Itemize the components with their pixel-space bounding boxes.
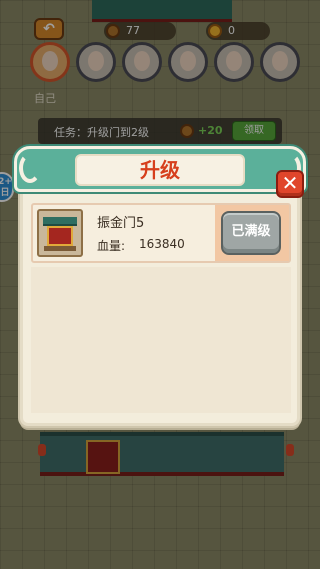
task-text: 任务：升级门到2级 xyxy=(54,126,149,139)
claim-button[interactable]: 领取 xyxy=(232,121,276,141)
top-hud: ↶ 77 0 xyxy=(0,0,320,40)
self-label: 自己 xyxy=(34,92,56,105)
avatar-player-4[interactable] xyxy=(168,42,208,82)
coin-counter: 77 xyxy=(104,22,176,40)
player-avatars xyxy=(26,42,316,86)
task-reward: +20 xyxy=(198,124,223,137)
upgrade-list-area xyxy=(31,267,291,413)
coin-amount: 77 xyxy=(126,24,140,37)
avatar-player-6[interactable] xyxy=(260,42,300,82)
modal-header: 升级 xyxy=(14,146,306,192)
upgrade-modal: 振金门5 血量: 163840 已满级 xyxy=(20,170,300,426)
close-button[interactable]: ✕ xyxy=(276,170,304,198)
item-hp-value: 163840 xyxy=(139,237,185,251)
cloud-curl-icon xyxy=(19,153,41,183)
gate-icon xyxy=(37,209,83,257)
avatar-player-3[interactable] xyxy=(122,42,162,82)
temple-roof xyxy=(92,0,232,22)
item-name: 振金门5 xyxy=(97,216,145,231)
side-badge[interactable]: 2+ 日 xyxy=(0,172,14,202)
gold-amount: 0 xyxy=(228,24,235,37)
task-bar: 任务：升级门到2级 +20 领取 xyxy=(38,118,282,144)
max-level-button[interactable]: 已满级 xyxy=(221,211,281,255)
coin-icon xyxy=(180,124,194,138)
gold-counter: 0 xyxy=(206,22,270,40)
side-badge-line2: 日 xyxy=(0,188,10,198)
gold-icon xyxy=(208,24,222,38)
avatar-player-2[interactable] xyxy=(76,42,116,82)
side-badge-line1: 2+ xyxy=(0,177,12,187)
lantern-icon xyxy=(38,444,46,456)
gate-door xyxy=(86,440,120,474)
lantern-icon xyxy=(286,444,294,456)
modal-title: 升级 xyxy=(75,154,245,186)
close-icon: ✕ xyxy=(281,171,299,195)
back-button[interactable]: ↶ xyxy=(34,18,64,40)
avatar-player-5[interactable] xyxy=(214,42,254,82)
upgrade-item-card: 振金门5 血量: 163840 已满级 xyxy=(31,203,291,263)
coin-icon xyxy=(106,24,120,38)
base-gate xyxy=(40,432,284,476)
arrow-left-icon: ↶ xyxy=(43,21,55,37)
item-hp-label: 血量: xyxy=(97,239,126,253)
avatar-self[interactable] xyxy=(30,42,70,82)
